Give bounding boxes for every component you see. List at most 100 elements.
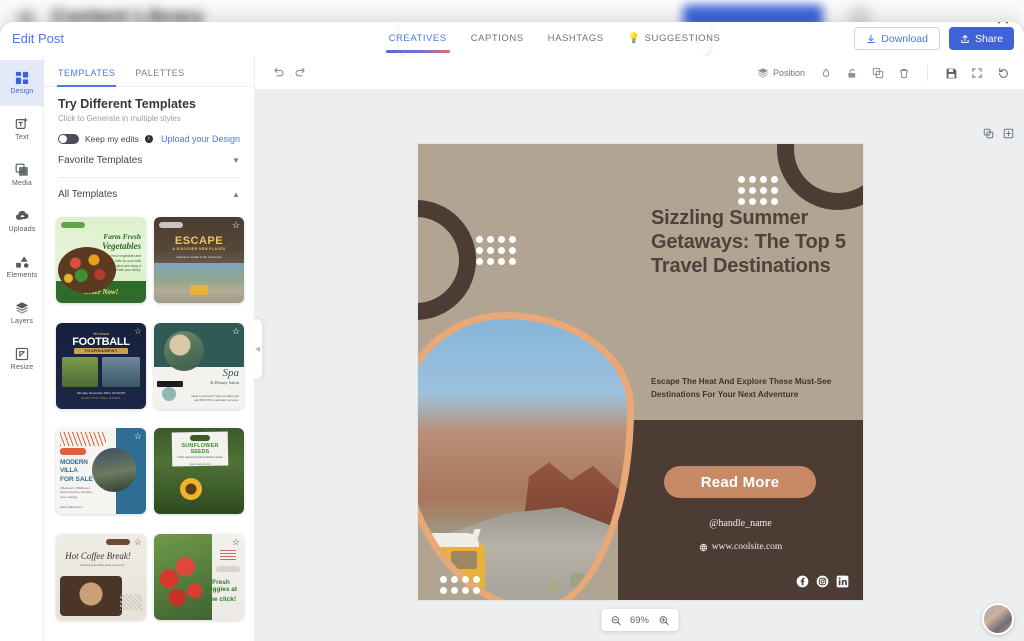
templates-panel: TEMPLATES PALETTES Try Different Templat… [44,56,263,641]
template-card-hot-coffee-break[interactable]: ☆ Hot Coffee Break! a brand new coffee s… [56,533,146,620]
poster-handle[interactable]: @handle_name [618,518,863,529]
favorite-templates-label: Favorite Templates [58,155,143,166]
redo-icon[interactable] [289,62,311,84]
template-title-line2: Vegetables [102,241,141,252]
sidebar-item-text[interactable]: Text [0,106,44,152]
poster-website[interactable]: www.coolsite.com [618,542,863,552]
panel-subheading: Click to Generate in multiple styles [58,114,181,123]
poster-headline[interactable]: Sizzling Summer Getaways: The Top 5 Trav… [651,206,851,279]
duplicate-icon[interactable] [867,62,889,84]
share-button-label: Share [974,32,1003,45]
media-image-icon [15,163,28,176]
template-card-modern-villa-for-sale[interactable]: ☆ MODERN VILLA FOR SALE 3 Bedroom, 2 Bat… [56,428,146,514]
template-card-spa-beauty-salon[interactable]: ☆ Spa & Beauty Salon Need a new look? Vi… [154,322,244,409]
text-add-icon [15,118,28,129]
keep-my-edits-toggle[interactable] [58,134,79,144]
close-icon[interactable]: ✕ [992,22,1014,30]
template-grid: Farm Fresh Vegetables Order fresh vegeta… [44,211,254,641]
reset-icon[interactable] [992,62,1014,84]
position-button[interactable]: Position [757,67,805,79]
facebook-icon[interactable] [796,575,809,588]
zoom-out-icon[interactable] [610,615,621,626]
template-body-text: Order natural & fresh sunflower seeds [177,456,223,459]
tab-captions[interactable]: CAPTIONS [470,26,525,53]
zoom-in-icon[interactable] [658,615,669,626]
canvas-area: Position Sizzling Summer Getaways: The T… [255,56,1024,641]
template-logo-badge [106,538,130,545]
sidebar-item-media[interactable]: Media [0,152,44,198]
favorite-templates-section[interactable]: Favorite Templates ▼ [44,144,254,177]
template-image [154,533,212,620]
modal-header-actions: Download Share [854,27,1014,50]
share-button[interactable]: Share [948,27,1014,50]
toolbar-separator [927,65,928,81]
poster-subline[interactable]: Escape The Heat And Explore These Must-S… [651,376,851,401]
position-button-label: Position [772,68,805,78]
sidebar-item-elements[interactable]: Elements [0,244,44,290]
template-image [164,330,204,371]
download-icon [867,34,876,43]
sidebar-item-resize[interactable]: Resize [0,336,44,382]
sidebar-item-uploads[interactable]: Uploads [0,198,44,244]
all-templates-section[interactable]: All Templates ▲ [44,178,254,211]
download-button[interactable]: Download [854,27,940,50]
template-card-fresh-veggies-at-one-click[interactable]: ☆ Fresh Veggies at one click! [154,533,244,620]
sidebar-item-design[interactable]: Design [0,60,44,106]
user-avatar[interactable] [982,603,1014,635]
tab-hashtags[interactable]: HASHTAGS [547,26,605,53]
undo-icon[interactable] [267,62,289,84]
instagram-icon[interactable] [816,575,829,588]
elements-shapes-icon [16,256,29,268]
favorite-star-icon[interactable]: ☆ [232,220,240,231]
favorite-star-icon[interactable]: ☆ [134,326,142,337]
template-image-left [62,356,98,387]
chevron-down-icon: ▼ [232,156,240,165]
keep-my-edits-group[interactable]: Keep my edits i [58,134,153,144]
linkedin-icon[interactable] [836,575,849,588]
droplet-icon[interactable] [815,62,837,84]
template-card-football-tournament[interactable]: ☆ 5th Annual FOOTBALL TOURNAMENT Monday,… [56,322,146,409]
poster-photo-blob[interactable] [418,312,634,600]
template-decoration-lines [220,547,236,560]
panel-tab-templates[interactable]: TEMPLATES [56,68,117,87]
globe-icon [699,543,707,551]
share-icon [961,34,969,43]
template-title-line1: FOOTBALL [72,335,130,348]
sidebar-item-resize-label: Resize [10,364,34,371]
panel-collapse-handle[interactable]: ◀ [253,318,263,380]
unlock-icon[interactable] [841,62,863,84]
save-floppy-icon[interactable] [940,62,962,84]
resize-icon [15,347,29,361]
design-grid-icon [15,71,29,85]
template-card-farm-fresh-vegetables[interactable]: Farm Fresh Vegetables Order fresh vegeta… [56,217,146,303]
info-icon[interactable]: i [144,135,153,143]
tab-creatives[interactable]: CREATIVES [385,26,450,53]
add-page-icon[interactable] [1003,128,1014,139]
download-button-label: Download [881,32,928,45]
edit-post-label[interactable]: Edit Post [12,31,64,46]
modal-body: Design Text Media Uploads Elements Layer… [0,56,1024,641]
layers-stack-icon [15,302,29,314]
canvas-toolbar: Position [255,56,1024,90]
favorite-star-icon[interactable]: ☆ [134,431,142,442]
canvas-toolbar-right: Position [757,56,1014,90]
favorite-star-icon[interactable]: ☆ [232,326,240,337]
keep-my-edits-label: Keep my edits [85,134,139,144]
sidebar-item-layers[interactable]: Layers [0,290,44,336]
template-card-sunflower-seeds[interactable]: SUNFLOWER SEEDS Order natural & fresh su… [154,428,244,514]
favorite-star-icon[interactable]: ☆ [134,537,142,548]
template-venue-text: NARCISO DEL ROMA [81,395,121,400]
tab-suggestions[interactable]: 💡 SUGGESTIONS [627,26,722,53]
panel-tab-palettes[interactable]: PALETTES [135,68,184,86]
template-body-text: 3 Bedroom, 2 Bathroom, Swimming Pool, Sm… [60,486,92,499]
duplicate-page-icon[interactable] [983,128,994,139]
template-body-text: a brand new coffee shop near you! [79,562,125,567]
trash-icon[interactable] [893,62,915,84]
fullscreen-icon[interactable] [966,62,988,84]
upload-your-design-link[interactable]: Upload your Design [161,134,240,144]
app-root: Content Library ✕ Edit Post CREATIVES CA… [0,0,1024,641]
template-card-escape-discover-new-places[interactable]: ☆ ESCAPE & DISCOVER NEW PLACES adventure… [154,217,244,303]
design-canvas-poster[interactable]: Sizzling Summer Getaways: The Top 5 Trav… [418,144,863,600]
poster-read-more-button[interactable]: Read More [664,466,816,498]
favorite-star-icon[interactable]: ☆ [232,537,240,548]
